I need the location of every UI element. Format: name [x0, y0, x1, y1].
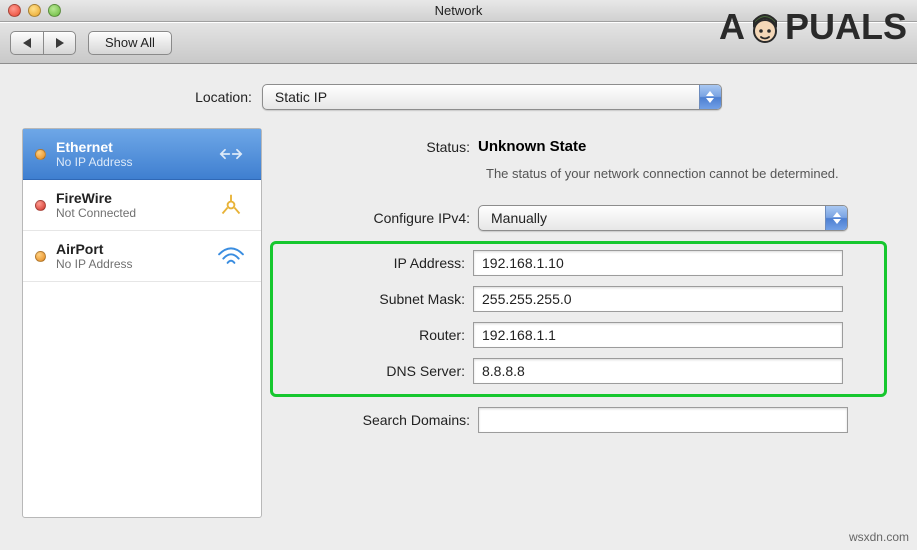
- ip-row: IP Address:: [273, 250, 878, 276]
- interface-status: No IP Address: [56, 155, 203, 169]
- ip-label: IP Address:: [273, 255, 473, 271]
- status-row: Status: Unknown State: [278, 138, 887, 155]
- status-dot-icon: [35, 149, 46, 160]
- status-dot-icon: [35, 251, 46, 262]
- dns-server-field[interactable]: [473, 358, 843, 384]
- dropdown-stepper-icon: [825, 206, 847, 230]
- location-value: Static IP: [275, 89, 327, 105]
- configure-ipv4-select[interactable]: Manually: [478, 205, 848, 231]
- location-label: Location:: [195, 89, 252, 105]
- configure-row: Configure IPv4: Manually: [278, 205, 887, 231]
- brand-prefix: A: [719, 6, 745, 48]
- sidebar-item-ethernet[interactable]: Ethernet No IP Address: [23, 129, 261, 180]
- highlighted-fields: IP Address: Subnet Mask: Router: DNS Ser…: [270, 241, 887, 397]
- main-split: Ethernet No IP Address FireWire Not Conn…: [0, 128, 917, 534]
- interface-status: Not Connected: [56, 206, 203, 220]
- interface-list: Ethernet No IP Address FireWire Not Conn…: [22, 128, 262, 518]
- status-dot-icon: [35, 200, 46, 211]
- interface-name: AirPort: [56, 241, 203, 257]
- chevron-left-icon: [23, 38, 31, 48]
- firewire-icon: [213, 192, 249, 218]
- search-row: Search Domains:: [278, 407, 887, 433]
- interface-status: No IP Address: [56, 257, 203, 271]
- brand-watermark: A PUALS: [713, 0, 917, 54]
- router-label: Router:: [273, 327, 473, 343]
- sidebar-item-airport[interactable]: AirPort No IP Address: [23, 231, 261, 282]
- dns-label: DNS Server:: [273, 363, 473, 379]
- ip-address-field[interactable]: [473, 250, 843, 276]
- mask-row: Subnet Mask:: [273, 286, 878, 312]
- detail-panel: Status: Unknown State The status of your…: [278, 128, 901, 518]
- router-field[interactable]: [473, 322, 843, 348]
- location-select[interactable]: Static IP: [262, 84, 722, 110]
- brand-suffix: PUALS: [785, 6, 907, 48]
- location-row: Location: Static IP: [0, 64, 917, 128]
- wifi-icon: [213, 243, 249, 269]
- ethernet-icon: [213, 141, 249, 167]
- status-value: Unknown State: [478, 138, 887, 155]
- interface-name: Ethernet: [56, 139, 203, 155]
- status-description: The status of your network connection ca…: [486, 165, 846, 183]
- interface-name: FireWire: [56, 190, 203, 206]
- mascot-icon: [745, 7, 785, 47]
- chevron-right-icon: [56, 38, 64, 48]
- back-button[interactable]: [10, 31, 43, 55]
- subnet-mask-field[interactable]: [473, 286, 843, 312]
- router-row: Router:: [273, 322, 878, 348]
- configure-label: Configure IPv4:: [278, 210, 478, 226]
- show-all-button[interactable]: Show All: [88, 31, 172, 55]
- search-domains-label: Search Domains:: [278, 412, 478, 428]
- dropdown-stepper-icon: [699, 85, 721, 109]
- mask-label: Subnet Mask:: [273, 291, 473, 307]
- dns-row: DNS Server:: [273, 358, 878, 384]
- status-label: Status:: [278, 139, 478, 155]
- configure-value: Manually: [491, 210, 547, 226]
- sidebar-item-firewire[interactable]: FireWire Not Connected: [23, 180, 261, 231]
- nav-group: [10, 31, 76, 55]
- forward-button[interactable]: [43, 31, 76, 55]
- search-domains-field[interactable]: [478, 407, 848, 433]
- credit-text: wsxdn.com: [849, 530, 909, 544]
